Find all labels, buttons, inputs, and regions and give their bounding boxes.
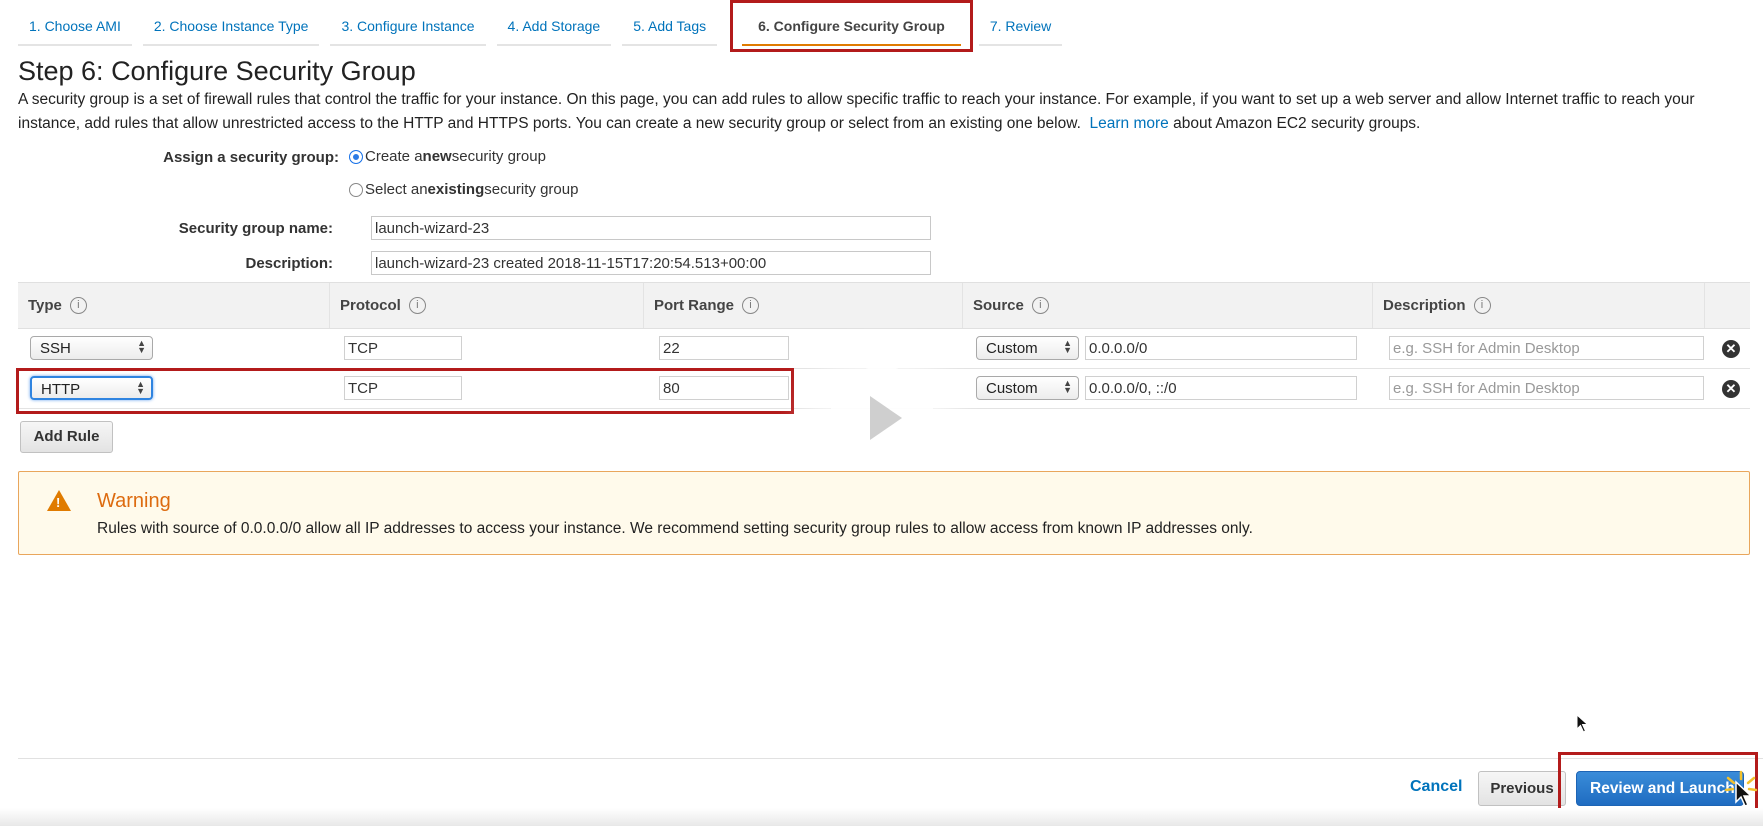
radio-label-post: security group	[484, 181, 579, 198]
radio-label-bold: existing	[427, 181, 485, 198]
select-arrows-icon: ▲ ▼	[1063, 338, 1072, 355]
select-arrows-icon: ▲ ▼	[136, 379, 145, 396]
mouse-pointer-icon	[1735, 780, 1753, 807]
intro-text: A security group is a set of firewall ru…	[18, 88, 1743, 135]
info-icon[interactable]: i	[69, 297, 87, 314]
radio-label-bold: new	[422, 148, 452, 165]
column-source: Source i	[963, 283, 1373, 328]
column-port-range: Port Range i	[644, 283, 963, 328]
source-input[interactable]: 0.0.0.0/0, ::/0	[1085, 376, 1357, 400]
cancel-button[interactable]: Cancel	[1410, 778, 1462, 796]
select-value: SSH	[40, 340, 71, 357]
rules-table-header: Type i Protocol i Port Range i Source i Desc…	[18, 282, 1750, 329]
select-value: Custom	[986, 340, 1038, 357]
warning-title: Warning	[97, 490, 171, 512]
mouse-pointer-icon	[1576, 714, 1589, 733]
radio-create-new[interactable]: Create a new security group	[349, 148, 546, 165]
info-icon[interactable]: i	[1473, 297, 1491, 314]
tab-configure-security-group[interactable]: 6. Configure Security Group	[730, 0, 973, 52]
description-input[interactable]: e.g. SSH for Admin Desktop	[1389, 376, 1704, 400]
page-title: Step 6: Configure Security Group	[18, 56, 416, 86]
port-range-field: 80	[659, 376, 789, 400]
select-value: HTTP	[41, 381, 81, 398]
warning-text: Rules with source of 0.0.0.0/0 allow all…	[97, 520, 1253, 537]
play-button[interactable]	[830, 366, 934, 470]
tab-label: 6. Configure Security Group	[758, 18, 945, 34]
info-icon[interactable]: i	[742, 297, 760, 314]
description-input[interactable]: e.g. SSH for Admin Desktop	[1389, 336, 1704, 360]
footer-shade	[0, 808, 1763, 826]
review-and-launch-button[interactable]: Review and Launch	[1576, 771, 1744, 806]
warning-box: ! Warning Rules with source of 0.0.0.0/0…	[18, 471, 1750, 555]
column-label: Protocol	[340, 297, 401, 314]
radio-button-checked[interactable]	[349, 149, 363, 164]
protocol-field: TCP	[344, 376, 462, 400]
learn-more-link[interactable]: Learn more	[1090, 115, 1169, 132]
security-group-name-input[interactable]: launch-wizard-23	[371, 216, 931, 240]
source-input[interactable]: 0.0.0.0/0	[1085, 336, 1357, 360]
play-icon	[870, 396, 902, 440]
select-arrows-icon: ▲ ▼	[1063, 378, 1072, 395]
column-protocol: Protocol i	[330, 283, 644, 328]
remove-rule-icon[interactable]: ✕	[1722, 380, 1740, 398]
column-label: Source	[973, 297, 1024, 314]
tab-add-tags[interactable]: 5. Add Tags	[622, 8, 718, 46]
type-select[interactable]: HTTP ▲ ▼	[30, 376, 153, 400]
description-label: Description:	[245, 255, 333, 272]
info-icon[interactable]: i	[408, 297, 426, 314]
column-type: Type i	[18, 283, 330, 328]
source-select[interactable]: Custom ▲ ▼	[976, 376, 1079, 400]
radio-select-existing[interactable]: Select an existing security group	[349, 181, 578, 198]
intro-body: A security group is a set of firewall ru…	[18, 91, 1695, 132]
tab-review[interactable]: 7. Review	[978, 8, 1063, 46]
remove-rule-icon[interactable]: ✕	[1722, 340, 1740, 358]
protocol-field: TCP	[344, 336, 462, 360]
source-select[interactable]: Custom ▲ ▼	[976, 336, 1079, 360]
radio-button[interactable]	[349, 182, 363, 197]
learn-more-suffix: about Amazon EC2 security groups.	[1173, 114, 1421, 132]
type-select[interactable]: SSH ▲ ▼	[30, 336, 153, 360]
wizard-tabs: 1. Choose AMI 2. Choose Instance Type 3.…	[18, 0, 1073, 52]
tab-configure-instance[interactable]: 3. Configure Instance	[330, 8, 486, 46]
footer-divider	[18, 758, 1763, 759]
tab-choose-ami[interactable]: 1. Choose AMI	[18, 8, 132, 46]
warning-triangle-icon: !	[47, 490, 71, 511]
radio-label-pre: Select an	[365, 181, 428, 198]
assign-group-label: Assign a security group:	[163, 149, 339, 166]
column-label: Description	[1383, 297, 1466, 314]
previous-button[interactable]: Previous	[1478, 771, 1566, 806]
rule-row-ssh: SSH ▲ ▼ TCP 22 Custom ▲ ▼ 0.0.0.0/0 e.g. SSH…	[18, 328, 1750, 369]
tab-add-storage[interactable]: 4. Add Storage	[496, 8, 612, 46]
column-label: Type	[28, 297, 62, 314]
select-value: Custom	[986, 380, 1038, 397]
info-icon[interactable]: i	[1031, 297, 1049, 314]
column-label: Port Range	[654, 297, 735, 314]
add-rule-button[interactable]: Add Rule	[20, 421, 113, 453]
column-description: Description i	[1373, 283, 1705, 328]
select-arrows-icon: ▲ ▼	[137, 338, 146, 355]
group-name-label: Security group name:	[178, 220, 333, 237]
radio-label-post: security group	[451, 148, 546, 165]
tab-choose-instance-type[interactable]: 2. Choose Instance Type	[142, 8, 320, 46]
radio-label-pre: Create a	[365, 148, 423, 165]
security-group-description-input[interactable]: launch-wizard-23 created 2018-11-15T17:2…	[371, 251, 931, 275]
port-range-field: 22	[659, 336, 789, 360]
